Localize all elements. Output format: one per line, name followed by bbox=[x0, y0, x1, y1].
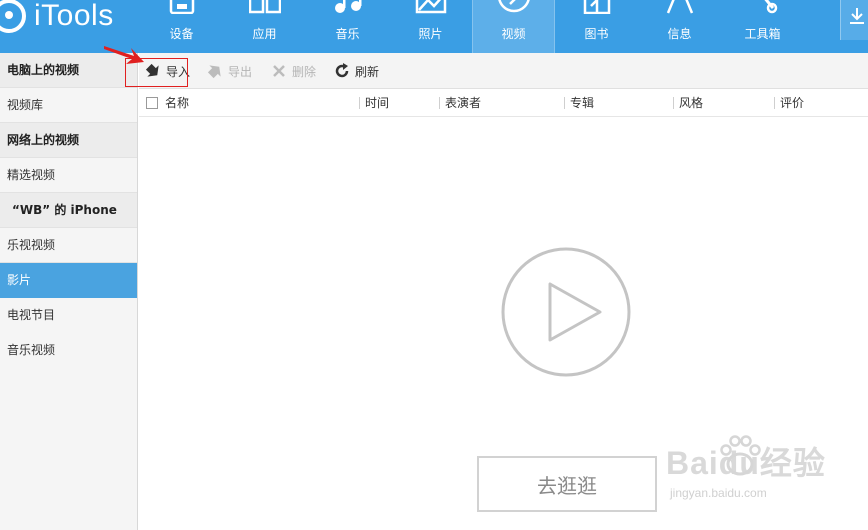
refresh-label: 刷新 bbox=[355, 64, 380, 79]
delete-label: 删除 bbox=[292, 64, 317, 79]
table-header: 名称 时间 表演者 专辑 风格 评价 bbox=[139, 89, 868, 117]
device-icon bbox=[166, 0, 198, 14]
nav-label: 信息 bbox=[667, 27, 692, 41]
book-icon bbox=[581, 0, 613, 14]
column-divider bbox=[359, 97, 360, 109]
nav-label: 应用 bbox=[252, 27, 277, 41]
select-all-checkbox[interactable] bbox=[146, 97, 158, 109]
refresh-icon bbox=[335, 63, 349, 78]
column-divider bbox=[564, 97, 565, 109]
column-divider bbox=[439, 97, 440, 109]
nav-item-message[interactable]: 信息 bbox=[638, 0, 721, 53]
sidebar-item-featured-video[interactable]: 精选视频 bbox=[0, 158, 137, 193]
import-button[interactable]: 导入 bbox=[145, 53, 190, 89]
sidebar-item-movies[interactable]: 影片 bbox=[0, 263, 137, 298]
sidebar-item-tv-shows[interactable]: 电视节目 bbox=[0, 298, 137, 333]
sidebar-item-music-videos[interactable]: 音乐视频 bbox=[0, 333, 137, 368]
delete-button[interactable]: 删除 bbox=[271, 53, 316, 89]
nav-item-video[interactable]: 视频 bbox=[472, 0, 555, 53]
import-icon bbox=[145, 63, 159, 77]
sidebar-item-letv-video[interactable]: 乐视视频 bbox=[0, 228, 137, 263]
column-header-rating[interactable]: 评价 bbox=[780, 89, 804, 117]
export-label: 导出 bbox=[228, 64, 253, 79]
baidu-watermark: Baidu经验 jingyan.baidu.com bbox=[666, 432, 866, 512]
column-header-album[interactable]: 专辑 bbox=[570, 89, 594, 117]
app-logo: iTools bbox=[0, 0, 114, 38]
sidebar-item-video-library[interactable]: 视频库 bbox=[0, 88, 137, 123]
paw-icon bbox=[720, 435, 761, 476]
nav-item-device[interactable]: 设备 bbox=[140, 0, 223, 53]
nav-item-toolbox[interactable]: 工具箱 bbox=[721, 0, 804, 53]
watermark-url: jingyan.baidu.com bbox=[670, 486, 767, 500]
nav-item-book[interactable]: 图书 bbox=[555, 0, 638, 53]
logo-text: iTools bbox=[34, 0, 114, 32]
nav-item-music[interactable]: 音乐 bbox=[306, 0, 389, 53]
export-icon bbox=[207, 65, 221, 79]
column-header-artist[interactable]: 表演者 bbox=[445, 89, 481, 117]
red-arrow-icon bbox=[104, 46, 144, 64]
column-header-name[interactable]: 名称 bbox=[165, 89, 189, 117]
export-button[interactable]: 导出 bbox=[207, 53, 252, 89]
sidebar-header-online-video: 网络上的视频 bbox=[0, 123, 137, 158]
refresh-button[interactable]: 刷新 bbox=[334, 53, 379, 89]
nav-item-apps[interactable]: 应用 bbox=[223, 0, 306, 53]
nav-label: 设备 bbox=[169, 27, 194, 41]
apps-icon bbox=[248, 0, 281, 14]
toolbox-icon bbox=[747, 0, 779, 14]
photo-icon bbox=[415, 0, 447, 14]
sidebar-header-device: “WB” 的 iPhone bbox=[0, 193, 137, 228]
main-nav: 设备 应用 音乐 照片 视频 图书 信息 工具箱 bbox=[140, 0, 804, 53]
download-button[interactable] bbox=[840, 0, 868, 40]
nav-label: 音乐 bbox=[335, 27, 360, 41]
nav-item-photo[interactable]: 照片 bbox=[389, 0, 472, 53]
delete-icon bbox=[273, 65, 285, 77]
toolbar: 导入 导出 删除 刷新 bbox=[139, 53, 868, 89]
message-icon bbox=[664, 0, 696, 14]
play-icon bbox=[501, 247, 631, 377]
video-icon bbox=[497, 0, 530, 14]
column-header-genre[interactable]: 风格 bbox=[679, 89, 703, 117]
logo-eye-icon bbox=[0, 0, 26, 33]
music-icon bbox=[332, 0, 364, 14]
sidebar: 电脑上的视频 视频库 网络上的视频 精选视频 “WB” 的 iPhone 乐视视… bbox=[0, 53, 138, 530]
download-icon bbox=[850, 8, 864, 24]
nav-label: 视频 bbox=[501, 27, 526, 41]
nav-label: 照片 bbox=[418, 27, 443, 41]
column-header-time[interactable]: 时间 bbox=[365, 89, 389, 117]
browse-button[interactable]: 去逛逛 bbox=[477, 456, 657, 512]
column-divider bbox=[774, 97, 775, 109]
import-label: 导入 bbox=[166, 64, 191, 79]
column-divider bbox=[673, 97, 674, 109]
nav-label: 工具箱 bbox=[744, 27, 781, 41]
nav-label: 图书 bbox=[584, 27, 609, 41]
